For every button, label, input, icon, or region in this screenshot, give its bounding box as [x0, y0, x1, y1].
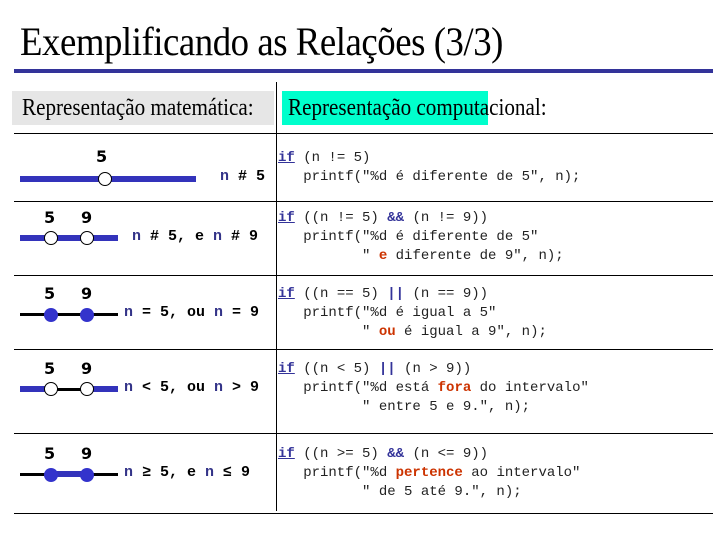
row-divider: [14, 349, 713, 350]
point-label: 9: [81, 444, 93, 463]
open-point: [44, 231, 58, 245]
number-line-excluded: [20, 313, 118, 316]
row-divider: [14, 433, 713, 434]
computational-header-label: Representação computacional:: [288, 95, 547, 121]
math-expression: n # 5: [220, 168, 266, 185]
point-label: 9: [81, 208, 93, 227]
open-point: [98, 172, 112, 186]
math-header: Representação matemática:: [12, 91, 274, 125]
point-label: 5: [96, 147, 108, 166]
row-divider: [14, 513, 713, 514]
code-block: if ((n == 5) || (n == 9)) printf("%d é i…: [278, 286, 547, 340]
point-label: 9: [81, 284, 93, 303]
math-expression: n ≥ 5, e n ≤ 9: [124, 464, 251, 481]
title-rule: [14, 69, 713, 73]
point-label: 5: [44, 444, 56, 463]
math-expression: n = 5, ou n = 9: [124, 304, 260, 321]
closed-point: [80, 468, 94, 482]
math-header-label: Representação matemática:: [22, 95, 254, 121]
point-label: 5: [44, 208, 56, 227]
code-block: if ((n >= 5) && (n <= 9)) printf("%d per…: [278, 446, 581, 500]
closed-point: [80, 308, 94, 322]
slide-title: Exemplificando as Relações (3/3): [20, 19, 503, 64]
math-expression: n < 5, ou n > 9: [124, 379, 260, 396]
computational-header: Representação computacional:: [282, 91, 547, 125]
column-divider: [276, 82, 277, 511]
math-expression: n # 5, e n # 9: [132, 228, 259, 245]
code-block: if (n != 5) printf("%d é diferente de 5"…: [278, 150, 581, 185]
open-point: [44, 382, 58, 396]
row-divider: [14, 133, 713, 134]
number-line-included: [20, 235, 118, 241]
open-point: [80, 231, 94, 245]
code-block: if ((n < 5) || (n > 9)) printf("%d está …: [278, 361, 589, 415]
code-block: if ((n != 5) && (n != 9)) printf("%d é d…: [278, 210, 564, 264]
point-label: 9: [81, 359, 93, 378]
closed-point: [44, 308, 58, 322]
open-point: [80, 382, 94, 396]
point-label: 5: [44, 284, 56, 303]
point-label: 5: [44, 359, 56, 378]
closed-point: [44, 468, 58, 482]
row-divider: [14, 275, 713, 276]
row-divider: [14, 201, 713, 202]
